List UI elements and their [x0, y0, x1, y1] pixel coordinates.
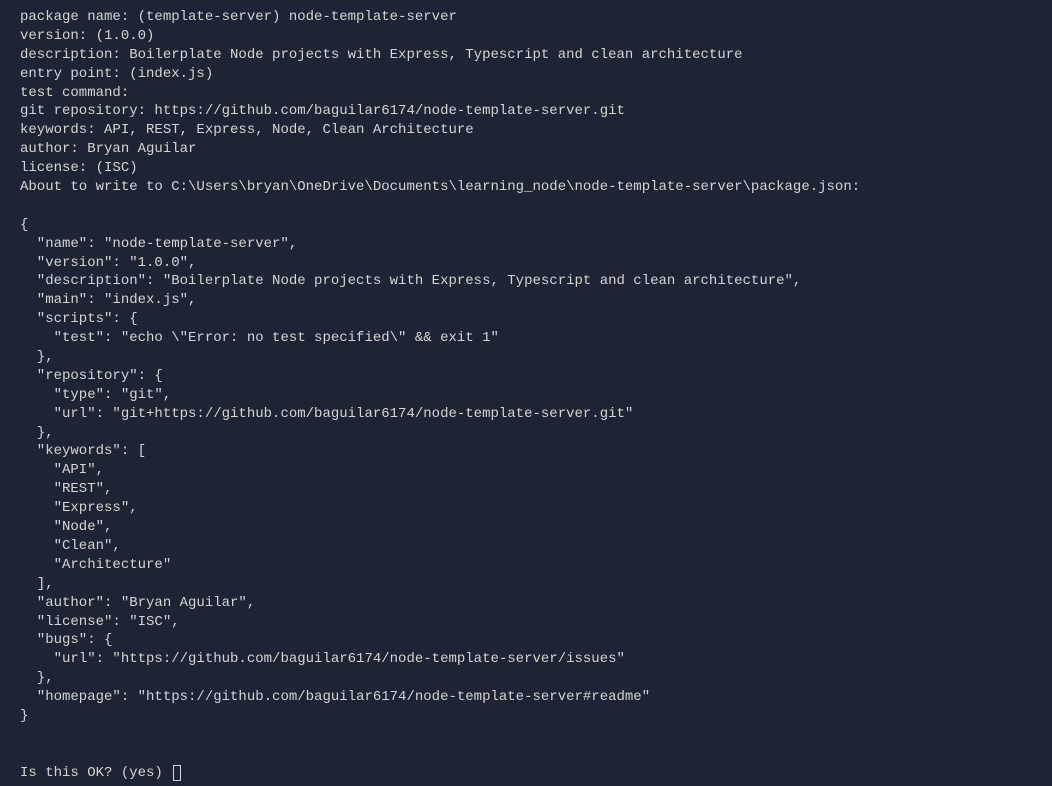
- json-line: "REST",: [20, 480, 1032, 499]
- json-line: "scripts": {: [20, 310, 1032, 329]
- json-line: }: [20, 707, 1032, 726]
- blank-line: [20, 197, 1032, 216]
- json-line: "Clean",: [20, 537, 1032, 556]
- confirm-prompt-text: Is this OK? (yes): [20, 765, 171, 781]
- json-line: "name": "node-template-server",: [20, 235, 1032, 254]
- json-line: ],: [20, 575, 1032, 594]
- prompt-author: author: Bryan Aguilar: [20, 140, 1032, 159]
- json-line: "license": "ISC",: [20, 613, 1032, 632]
- json-line: "author": "Bryan Aguilar",: [20, 594, 1032, 613]
- prompt-license: license: (ISC): [20, 159, 1032, 178]
- json-line: "version": "1.0.0",: [20, 254, 1032, 273]
- json-line: },: [20, 348, 1032, 367]
- json-line: "description": "Boilerplate Node project…: [20, 272, 1032, 291]
- json-line: "repository": {: [20, 367, 1032, 386]
- confirm-prompt-line[interactable]: Is this OK? (yes): [20, 764, 1032, 783]
- prompt-test-command: test command:: [20, 84, 1032, 103]
- terminal-cursor[interactable]: [173, 765, 181, 781]
- prompt-description: description: Boilerplate Node projects w…: [20, 46, 1032, 65]
- json-line: "url": "git+https://github.com/baguilar6…: [20, 405, 1032, 424]
- json-line: "url": "https://github.com/baguilar6174/…: [20, 650, 1032, 669]
- json-line: "test": "echo \"Error: no test specified…: [20, 329, 1032, 348]
- prompt-git-repository: git repository: https://github.com/bagui…: [20, 102, 1032, 121]
- prompt-entry-point: entry point: (index.js): [20, 65, 1032, 84]
- blank-line: [20, 745, 1032, 764]
- blank-line: [20, 726, 1032, 745]
- json-line: "Node",: [20, 518, 1032, 537]
- json-line: },: [20, 669, 1032, 688]
- json-line: {: [20, 216, 1032, 235]
- json-line: "Express",: [20, 499, 1032, 518]
- json-line: "bugs": {: [20, 631, 1032, 650]
- json-line: "API",: [20, 461, 1032, 480]
- json-line: "Architecture": [20, 556, 1032, 575]
- prompt-keywords: keywords: API, REST, Express, Node, Clea…: [20, 121, 1032, 140]
- about-to-write: About to write to C:\Users\bryan\OneDriv…: [20, 178, 1032, 197]
- json-line: "main": "index.js",: [20, 291, 1032, 310]
- terminal-output: package name: (template-server) node-tem…: [20, 8, 1032, 783]
- json-line: "homepage": "https://github.com/baguilar…: [20, 688, 1032, 707]
- json-line: "type": "git",: [20, 386, 1032, 405]
- json-line: },: [20, 424, 1032, 443]
- prompt-package-name: package name: (template-server) node-tem…: [20, 8, 1032, 27]
- json-line: "keywords": [: [20, 442, 1032, 461]
- prompt-version: version: (1.0.0): [20, 27, 1032, 46]
